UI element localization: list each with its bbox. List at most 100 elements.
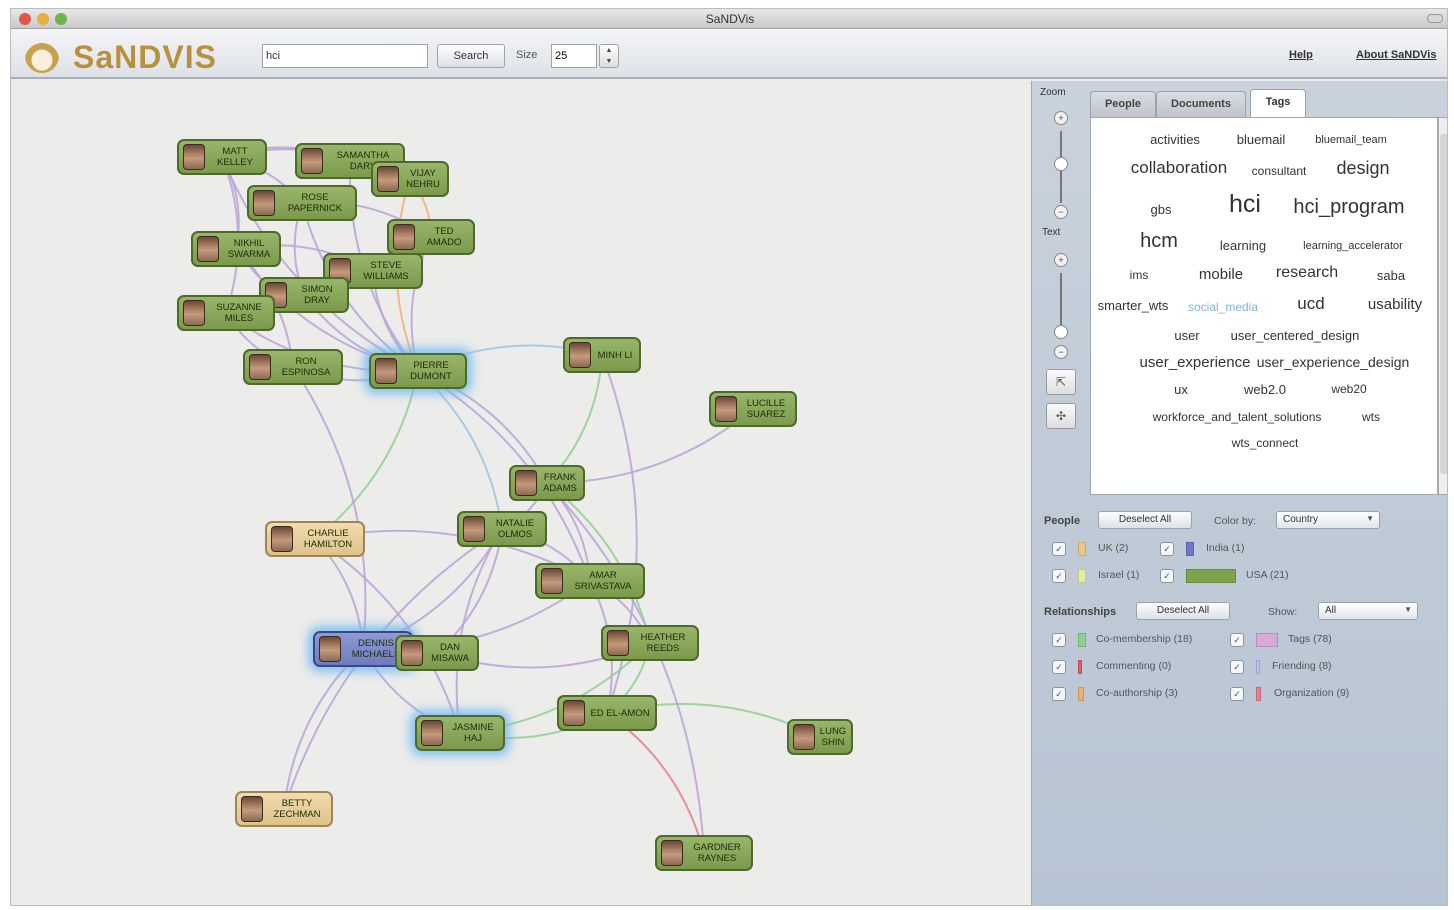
toolbar-toggle-icon[interactable]: [1427, 14, 1443, 23]
person-node-pierre[interactable]: PIERRE DUMONT: [369, 353, 467, 389]
person-name: CHARLIE HAMILTON: [303, 528, 353, 550]
tag-wts-connect[interactable]: wts_connect: [1232, 436, 1299, 450]
tag-consultant[interactable]: consultant: [1252, 164, 1307, 178]
text-slider-handle[interactable]: [1054, 325, 1068, 339]
tag-user-centered-design[interactable]: user_centered_design: [1231, 328, 1360, 343]
tab-documents[interactable]: Documents: [1156, 91, 1246, 117]
tab-people[interactable]: People: [1090, 91, 1156, 117]
person-node-minh[interactable]: MINH LI: [563, 337, 641, 373]
tag-wts[interactable]: wts: [1362, 410, 1380, 424]
person-node-lung[interactable]: LUNG SHIN: [787, 719, 853, 755]
person-node-dan[interactable]: DAN MISAWA: [395, 635, 479, 671]
text-increase-icon[interactable]: +: [1054, 253, 1068, 267]
tag-gbs[interactable]: gbs: [1151, 202, 1172, 217]
tag-saba[interactable]: saba: [1377, 268, 1405, 283]
rel-checkbox-tags[interactable]: ✓: [1230, 633, 1244, 647]
person-node-vijay[interactable]: VIJAY NEHRU: [371, 161, 449, 197]
person-node-ed[interactable]: ED EL-AMON: [557, 695, 657, 731]
avatar: [183, 300, 205, 326]
tag-usability[interactable]: usability: [1368, 296, 1422, 313]
rel-swatch-friending: [1256, 660, 1260, 674]
person-name: LUCILLE SUAREZ: [746, 398, 786, 420]
person-node-amar[interactable]: AMAR SRIVASTAVA: [535, 563, 645, 599]
fit-to-view-icon[interactable]: ⇱: [1046, 369, 1076, 395]
zoom-in-icon[interactable]: +: [1054, 111, 1068, 125]
legend-checkbox-uk[interactable]: ✓: [1052, 542, 1066, 556]
person-node-frank[interactable]: FRANK ADAMS: [509, 465, 585, 501]
rel-checkbox-friending[interactable]: ✓: [1230, 660, 1244, 674]
network-graph[interactable]: MATT KELLEY SAMANTHA DARY VIJAY NEHRU ROSE …: [11, 81, 1031, 905]
tag-user-experience-design[interactable]: user_experience_design: [1257, 354, 1410, 370]
legend-swatch-usa: [1186, 569, 1236, 583]
person-name: JASMINE HAJ: [452, 722, 494, 744]
tab-tags[interactable]: Tags: [1250, 89, 1306, 117]
text-decrease-icon[interactable]: −: [1054, 345, 1068, 359]
person-node-nikhil[interactable]: NIKHIL SWARMA: [191, 231, 281, 267]
person-name: GARDNER RAYNES: [693, 842, 741, 864]
person-node-rose[interactable]: ROSE PAPERNICK: [247, 185, 357, 221]
person-node-lucille[interactable]: LUCILLE SUAREZ: [709, 391, 797, 427]
tag-user[interactable]: user: [1174, 328, 1199, 343]
person-node-jasmine[interactable]: JASMINE HAJ: [415, 715, 505, 751]
legend-checkbox-usa[interactable]: ✓: [1160, 569, 1174, 583]
tag-web2-0[interactable]: web2.0: [1244, 382, 1286, 397]
relationships-deselect-all-button[interactable]: Deselect All: [1136, 602, 1230, 620]
tag-smarter-wts[interactable]: smarter_wts: [1098, 298, 1169, 313]
tag-hci-program[interactable]: hci_program: [1293, 196, 1404, 219]
rel-checkbox-co-authorship[interactable]: ✓: [1052, 687, 1066, 701]
person-node-matt[interactable]: MATT KELLEY: [177, 139, 267, 175]
tag-learning-accelerator[interactable]: learning_accelerator: [1303, 240, 1403, 252]
person-node-heather[interactable]: HEATHER REEDS: [601, 625, 699, 661]
scrollbar-thumb[interactable]: [1440, 134, 1447, 474]
tag-bluemail[interactable]: bluemail: [1237, 132, 1285, 147]
rel-swatch-tags: [1256, 633, 1278, 647]
tag-collaboration[interactable]: collaboration: [1131, 158, 1227, 178]
tag-ims[interactable]: ims: [1130, 268, 1149, 282]
help-link[interactable]: Help: [1289, 49, 1313, 61]
tag-cloud-scrollbar[interactable]: [1438, 117, 1447, 495]
rel-checkbox-commenting[interactable]: ✓: [1052, 660, 1066, 674]
rel-commenting: Commenting (0): [1096, 660, 1172, 672]
tag-web20[interactable]: web20: [1331, 382, 1366, 396]
size-stepper[interactable]: ▲ ▼: [599, 44, 619, 68]
zoom-slider-handle[interactable]: [1054, 157, 1068, 171]
people-deselect-all-button[interactable]: Deselect All: [1098, 511, 1192, 529]
rel-checkbox-co-membership[interactable]: ✓: [1052, 633, 1066, 647]
tag-activities[interactable]: activities: [1150, 132, 1200, 147]
tag-user-experience[interactable]: user_experience: [1140, 354, 1251, 371]
tag-social-media[interactable]: social_media: [1188, 300, 1258, 314]
legend-usa: USA (21): [1246, 569, 1289, 581]
tag-hci[interactable]: hci: [1229, 190, 1261, 219]
person-node-ted[interactable]: TED AMADO: [387, 219, 475, 255]
tag-ux[interactable]: ux: [1174, 382, 1188, 397]
color-by-select[interactable]: Country ▼: [1276, 511, 1380, 529]
rel-co-membership: Co-membership (18): [1096, 633, 1193, 645]
search-button[interactable]: Search: [437, 44, 505, 68]
tag-mobile[interactable]: mobile: [1199, 266, 1243, 283]
search-input[interactable]: [262, 44, 428, 68]
tag-ucd[interactable]: ucd: [1297, 294, 1324, 314]
tag-design[interactable]: design: [1336, 158, 1389, 179]
legend-checkbox-israel[interactable]: ✓: [1052, 569, 1066, 583]
pan-arrows-icon[interactable]: ✣: [1046, 403, 1076, 429]
rel-swatch-commenting: [1078, 660, 1082, 674]
chevron-down-icon: ▼: [1404, 605, 1412, 614]
rel-checkbox-organization[interactable]: ✓: [1230, 687, 1244, 701]
person-node-charlie[interactable]: CHARLIE HAMILTON: [265, 521, 365, 557]
zoom-out-icon[interactable]: −: [1054, 205, 1068, 219]
person-node-betty[interactable]: BETTY ZECHMAN: [235, 791, 333, 827]
person-node-ron[interactable]: RON ESPINOSA: [243, 349, 343, 385]
size-input[interactable]: [551, 44, 597, 68]
tag-research[interactable]: research: [1276, 264, 1338, 282]
text-label: Text: [1042, 227, 1061, 238]
person-node-suzanne[interactable]: SUZANNE MILES: [177, 295, 275, 331]
tag-workforce-and-talent-solutions[interactable]: workforce_and_talent_solutions: [1153, 410, 1322, 424]
legend-checkbox-india[interactable]: ✓: [1160, 542, 1174, 556]
tag-learning[interactable]: learning: [1220, 238, 1266, 253]
tag-bluemail-team[interactable]: bluemail_team: [1315, 134, 1387, 146]
tag-hcm[interactable]: hcm: [1140, 230, 1178, 253]
show-select[interactable]: All ▼: [1318, 602, 1418, 620]
person-node-gardner[interactable]: GARDNER RAYNES: [655, 835, 753, 871]
person-node-natalie[interactable]: NATALIE OLMOS: [457, 511, 547, 547]
about-link[interactable]: About SaNDVis: [1356, 49, 1436, 61]
